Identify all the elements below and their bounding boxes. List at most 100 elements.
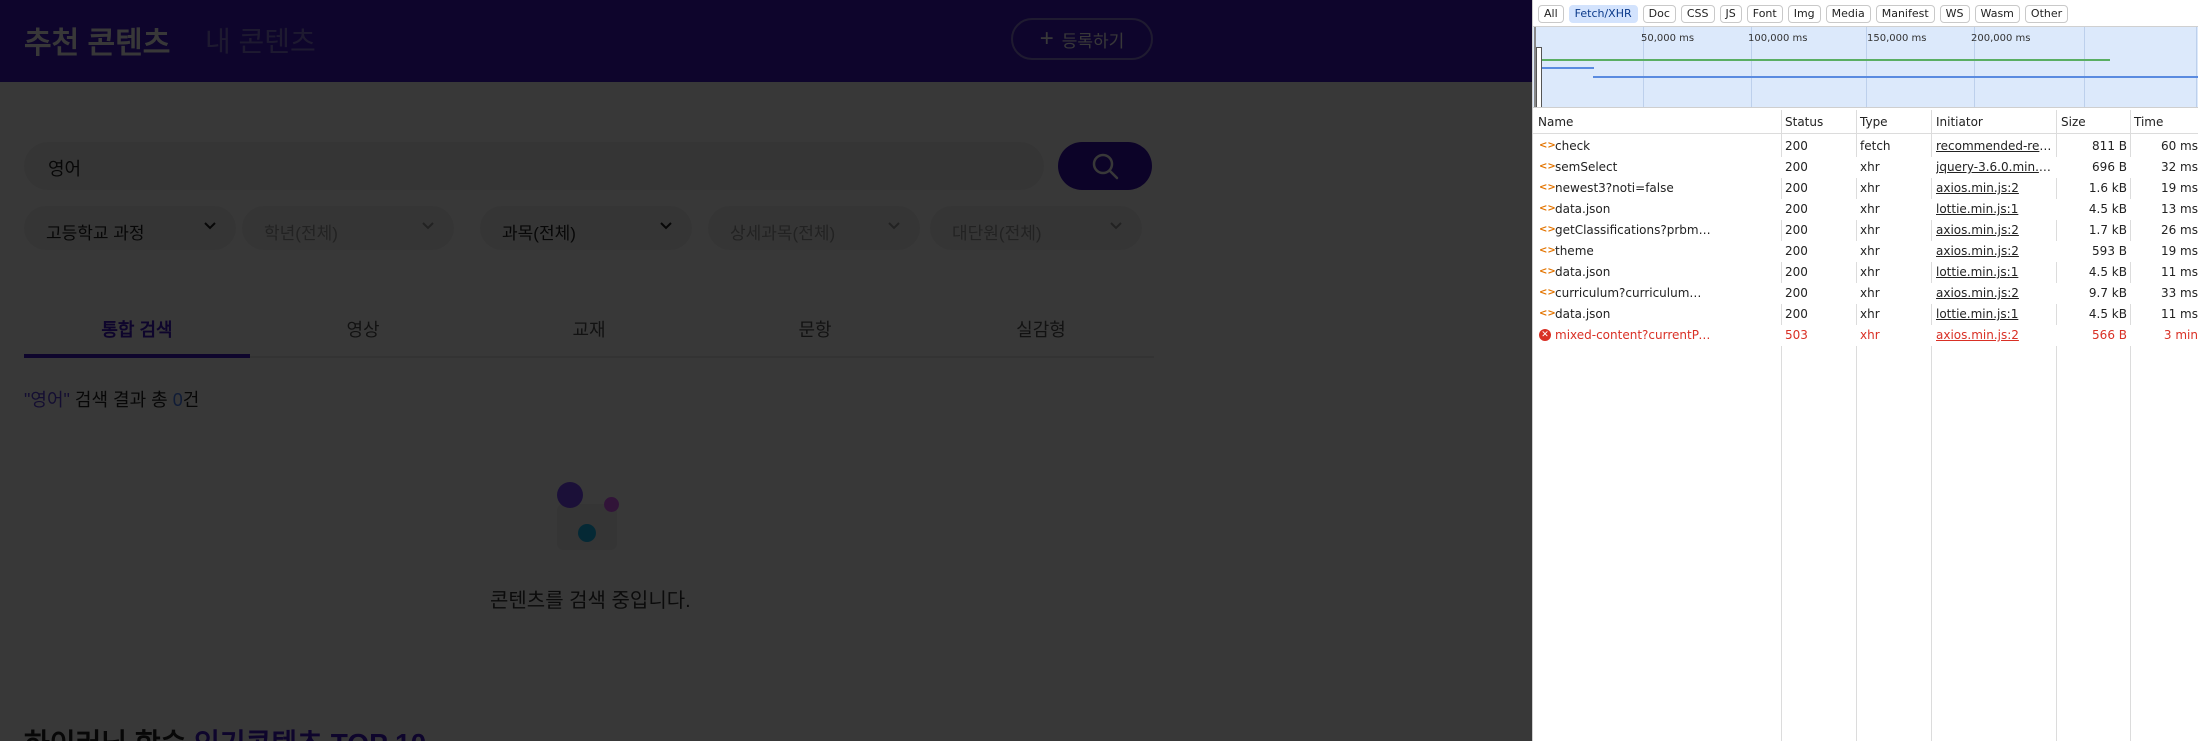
- search-icon: [1092, 153, 1119, 180]
- column-name[interactable]: Name: [1538, 115, 1573, 129]
- request-initiator[interactable]: axios.min.js:2: [1936, 244, 2054, 258]
- filter-chip[interactable]: Wasm: [1974, 5, 2020, 23]
- request-initiator[interactable]: jquery-3.6.0.min.js:2: [1936, 160, 2054, 174]
- column-time[interactable]: Time: [2134, 115, 2163, 129]
- request-time: 11 ms: [2160, 265, 2198, 279]
- tab-item[interactable]: 영상: [250, 316, 476, 342]
- request-time: 19 ms: [2160, 181, 2198, 195]
- tab-item[interactable]: 교재: [476, 316, 702, 342]
- request-type: xhr: [1860, 202, 1880, 216]
- request-name: data.json: [1555, 307, 1611, 321]
- filter-chip[interactable]: Manifest: [1875, 5, 1935, 23]
- filter-dropdown[interactable]: 대단원(전체): [930, 206, 1142, 250]
- web-app: 추천 콘텐츠 내 콘텐츠 + 등록하기 영어 고등학교 과정 학년(전체) 과목(전…: [0, 0, 1532, 741]
- tab-item[interactable]: 실감형: [928, 316, 1154, 342]
- popular-heading-highlight: 인기콘텐츠 TOP 10: [194, 728, 426, 741]
- request-row[interactable]: <> data.json 200 xhr lottie.min.js:1 4.5 kB 11…: [1533, 262, 2198, 283]
- request-size: 9.7 kB: [2088, 286, 2127, 300]
- filter-chip[interactable]: Img: [1787, 5, 1821, 23]
- request-time: 32 ms: [2160, 160, 2198, 174]
- filter-dropdown-label: 고등학교 과정: [46, 224, 145, 243]
- request-type: xhr: [1860, 160, 1880, 174]
- request-name: semSelect: [1555, 160, 1618, 174]
- column-initiator[interactable]: Initiator: [1936, 115, 1983, 129]
- filter-chip[interactable]: Fetch/XHR: [1568, 5, 1638, 23]
- request-status: 200: [1785, 223, 1808, 237]
- nav-recommended-content[interactable]: 추천 콘텐츠: [24, 18, 170, 62]
- filter-chip[interactable]: JS: [1719, 5, 1742, 23]
- filter-chip[interactable]: Font: [1746, 5, 1783, 23]
- filter-chip[interactable]: CSS: [1680, 5, 1715, 23]
- filter-chip[interactable]: All: [1538, 5, 1564, 23]
- request-type: xhr: [1860, 286, 1880, 300]
- search-tabs: 통합 검색 영상 교재 문항 실감형: [24, 310, 1154, 358]
- request-time: 19 ms: [2160, 244, 2198, 258]
- filter-chip[interactable]: Doc: [1642, 5, 1676, 23]
- request-row[interactable]: <> theme 200 xhr axios.min.js:2 593 B 19 ms: [1533, 241, 2198, 262]
- request-size: 1.6 kB: [2088, 181, 2127, 195]
- column-type[interactable]: Type: [1860, 115, 1888, 129]
- request-name: curriculum?curriculum=HSC&acay=20...: [1555, 286, 1711, 300]
- request-initiator[interactable]: lottie.min.js:1: [1936, 307, 2054, 321]
- request-initiator[interactable]: axios.min.js:2: [1936, 328, 2054, 342]
- request-initiator[interactable]: lottie.min.js:1: [1936, 265, 2054, 279]
- request-row[interactable]: <>getClassifications?prbmCatId=0 200 xhr ax…: [1533, 220, 2198, 241]
- xhr-icon: <>: [1539, 245, 1556, 256]
- request-size: 4.5 kB: [2088, 307, 2127, 321]
- result-keyword: "영어": [24, 390, 70, 410]
- request-row[interactable]: <> data.json 200 xhr lottie.min.js:1 4.5 kB 11…: [1533, 304, 2198, 325]
- timeline-selection-handle[interactable]: [1536, 47, 1542, 107]
- filter-dropdown[interactable]: 학년(전체): [242, 206, 454, 250]
- request-name: mixed-content?currentPage=1&itemsP...: [1555, 328, 1711, 342]
- network-overview-timeline[interactable]: 50,000 ms 100,000 ms 150,000 ms 200,000 …: [1533, 26, 2198, 108]
- request-status: 200: [1785, 139, 1808, 153]
- filter-chip[interactable]: Media: [1825, 5, 1871, 23]
- request-type: xhr: [1860, 223, 1880, 237]
- request-time: 11 ms: [2160, 307, 2198, 321]
- filter-chip[interactable]: Other: [2024, 5, 2069, 23]
- tab-item[interactable]: 통합 검색: [24, 316, 250, 342]
- filter-dropdown[interactable]: 과목(전체): [480, 206, 692, 250]
- register-button[interactable]: + 등록하기: [1011, 18, 1153, 60]
- request-row[interactable]: <> semSelect 200 xhr jquery-3.6.0.min.js:2 69…: [1533, 157, 2198, 178]
- request-initiator[interactable]: axios.min.js:2: [1936, 181, 2054, 195]
- chevron-down-icon: [886, 218, 902, 239]
- request-initiator[interactable]: lottie.min.js:1: [1936, 202, 2054, 216]
- loading-animation-icon: [553, 476, 623, 556]
- nav-my-content[interactable]: 내 콘텐츠: [205, 20, 316, 60]
- request-row[interactable]: <> newest3?noti=false 200 xhr axios.min.js:2…: [1533, 178, 2198, 199]
- filter-dropdown[interactable]: 고등학교 과정: [24, 206, 236, 250]
- column-status[interactable]: Status: [1785, 115, 1823, 129]
- chevron-down-icon: [202, 218, 218, 239]
- filter-chip[interactable]: WS: [1939, 5, 1970, 23]
- request-time: 13 ms: [2160, 202, 2198, 216]
- request-row[interactable]: <>curriculum?curriculum=HSC&acay=20... 20…: [1533, 283, 2198, 304]
- request-type: xhr: [1860, 307, 1880, 321]
- request-size: 4.5 kB: [2088, 265, 2127, 279]
- request-size: 566 B: [2092, 328, 2127, 342]
- request-initiator[interactable]: axios.min.js:2: [1936, 223, 2054, 237]
- request-name: data.json: [1555, 265, 1611, 279]
- filter-dropdown[interactable]: 상세과목(전체): [708, 206, 920, 250]
- xhr-icon: <>: [1539, 308, 1556, 319]
- request-row[interactable]: <> data.json 200 xhr lottie.min.js:1 4.5 kB 13…: [1533, 199, 2198, 220]
- request-type: xhr: [1860, 181, 1880, 195]
- search-input[interactable]: 영어: [24, 142, 1044, 190]
- search-button[interactable]: [1058, 142, 1152, 190]
- request-time: 33 ms: [2160, 286, 2198, 300]
- column-size[interactable]: Size: [2061, 115, 2086, 129]
- xhr-icon: <>: [1539, 224, 1556, 235]
- request-initiator[interactable]: recommended-result?: [1936, 139, 2054, 153]
- request-size: 811 B: [2092, 139, 2127, 153]
- request-initiator[interactable]: axios.min.js:2: [1936, 286, 2054, 300]
- result-unit: 건: [182, 390, 200, 410]
- popular-content-heading: 하이러닝 학습 인기콘텐츠 TOP 10: [24, 722, 426, 741]
- request-status: 200: [1785, 244, 1808, 258]
- chevron-down-icon: [420, 218, 436, 239]
- xhr-icon: <>: [1539, 287, 1556, 298]
- request-row[interactable]: ✕ mixed-content?currentPage=1&itemsP... 50…: [1533, 325, 2198, 346]
- tab-item[interactable]: 문항: [702, 316, 928, 342]
- request-row[interactable]: <>check 200 fetch recommended-result? 811 B 6…: [1533, 136, 2198, 157]
- timeline-tick: 100,000 ms: [1748, 33, 1808, 44]
- xhr-icon: <>: [1539, 203, 1556, 214]
